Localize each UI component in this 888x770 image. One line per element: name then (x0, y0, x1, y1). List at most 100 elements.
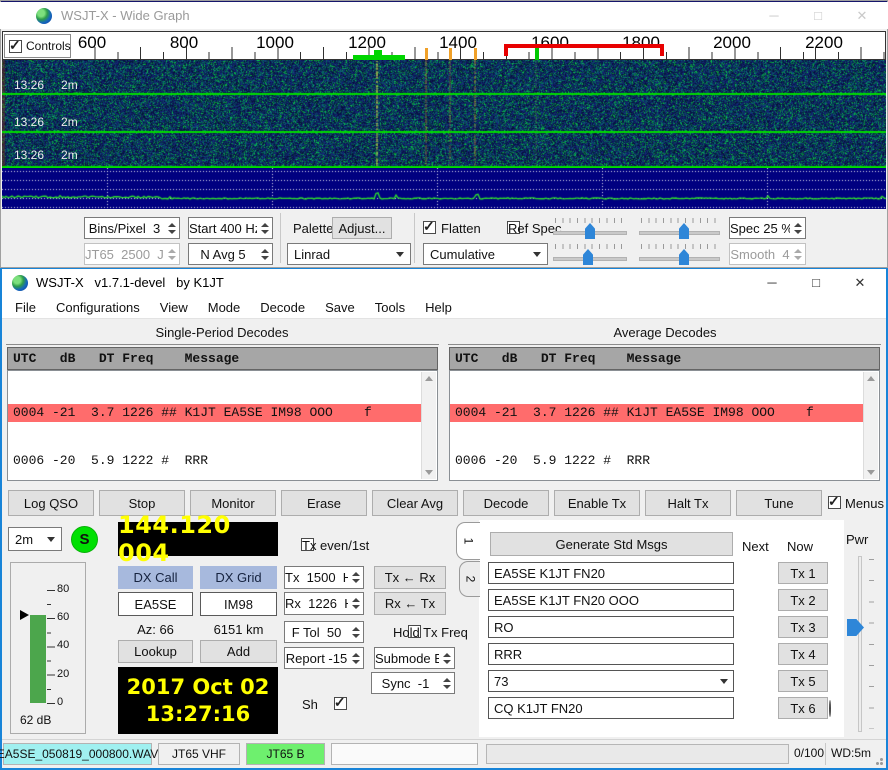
tx-1-button[interactable]: Tx 1 (778, 562, 828, 584)
tab-1[interactable]: 1 (456, 522, 480, 560)
slider-handle[interactable] (679, 249, 689, 265)
report-spinbox[interactable]: Report -15 (284, 647, 364, 669)
palette-select[interactable]: Linrad (287, 243, 411, 265)
message-field-2[interactable]: EA5SE K1JT FN20 OOO (488, 589, 734, 611)
n-avg-spinbox[interactable]: N Avg 5 (188, 243, 273, 265)
meter-major-ticks (47, 590, 55, 705)
tx-6-button[interactable]: Tx 6 (778, 697, 828, 719)
menus-checkbox[interactable] (828, 496, 841, 509)
minimize-button[interactable]: ─ (750, 269, 794, 296)
spin-arrows[interactable] (257, 244, 272, 264)
scrollbar[interactable] (421, 372, 436, 479)
start-freq-spinbox[interactable]: Start 400 Hz (188, 217, 273, 239)
resize-grip[interactable] (873, 755, 883, 765)
tx-from-rx-button[interactable]: Tx ← Rx (374, 566, 446, 589)
submode-spinbox[interactable]: Submode B (374, 647, 455, 669)
spin-arrows[interactable] (439, 673, 454, 693)
menu-item-configurations[interactable]: Configurations (46, 297, 150, 318)
tx-2-button[interactable]: Tx 2 (778, 589, 828, 611)
pwr-slider-track[interactable] (858, 556, 862, 732)
menu-item-file[interactable]: File (5, 297, 46, 318)
message-field-1[interactable]: EA5SE K1JT FN20 (488, 562, 734, 584)
close-button[interactable]: ✕ (840, 2, 884, 29)
spectrum-zero-slider[interactable] (639, 243, 720, 265)
decode-row[interactable]: 0006 -20 5.9 1222 # RRR (450, 452, 863, 470)
menu-item-mode[interactable]: Mode (198, 297, 251, 318)
maximize-button[interactable]: □ (796, 2, 840, 29)
sh-checkbox[interactable] (334, 697, 347, 710)
waterfall-zero-slider[interactable] (639, 217, 720, 239)
rx-from-tx-button[interactable]: Rx ← Tx (374, 592, 446, 615)
slider-handle[interactable] (583, 249, 593, 265)
tx-freq-spinbox[interactable]: Tx 1500 Hz (284, 566, 364, 589)
erase-button[interactable]: Erase (281, 490, 367, 516)
spin-arrows[interactable] (348, 648, 363, 668)
spin-arrows[interactable] (348, 567, 363, 588)
spin-arrows[interactable] (348, 593, 363, 614)
close-button[interactable]: ✕ (838, 269, 882, 296)
menu-item-help[interactable]: Help (415, 297, 462, 318)
generate-std-msgs-button[interactable]: Generate Std Msgs (490, 532, 733, 556)
log-qso-button[interactable]: Log QSO (8, 490, 94, 516)
rx-freq-spinbox[interactable]: Rx 1226 Hz (284, 592, 364, 615)
message-field-6[interactable]: CQ K1JT FN20 (488, 697, 734, 719)
frequency-scale[interactable]: Controls 600 800 1000 1200 1400 1600 180… (2, 31, 886, 60)
spec-percent-spinbox[interactable]: Spec 25 % (729, 217, 806, 239)
flatten-checkbox[interactable] (423, 221, 436, 234)
spectrum-gain-slider[interactable] (553, 243, 627, 265)
decode-row[interactable]: 0004 -21 3.7 1226 ## K1JT EA5SE IM98 OOO… (450, 404, 863, 422)
waterfall-gain-slider[interactable] (553, 217, 627, 239)
menu-item-decode[interactable]: Decode (250, 297, 315, 318)
tx-5-button[interactable]: Tx 5 (778, 670, 828, 692)
palette-label: Palette (293, 221, 333, 236)
enable-tx-button[interactable]: Enable Tx (554, 490, 640, 516)
chevron-down-icon (533, 252, 541, 257)
dx-grid-field[interactable]: IM98 (200, 592, 277, 616)
halt-tx-button[interactable]: Halt Tx (645, 490, 731, 516)
maximize-button[interactable]: □ (794, 269, 838, 296)
message-field-5[interactable]: 73 (488, 670, 734, 692)
decode-button[interactable]: Decode (463, 490, 549, 516)
clear-avg-button[interactable]: Clear Avg (372, 490, 458, 516)
controls-checkbox[interactable] (9, 40, 22, 53)
signal-meter: 80 60 40 20 0 62 dB (10, 562, 86, 734)
menu-item-tools[interactable]: Tools (365, 297, 415, 318)
tx-4-button[interactable]: Tx 4 (778, 643, 828, 665)
display-mode-select[interactable]: Cumulative (423, 243, 548, 265)
message-field-4[interactable]: RRR (488, 643, 734, 665)
lookup-button[interactable]: Lookup (118, 640, 193, 663)
app-icon (36, 8, 52, 24)
dx-call-field[interactable]: EA5SE (118, 592, 193, 616)
minimize-button[interactable]: ─ (752, 2, 796, 29)
band-select[interactable]: 2m (8, 527, 62, 551)
scroll-up-icon (425, 376, 433, 381)
spin-arrows[interactable] (790, 218, 805, 238)
spin-arrows[interactable] (348, 622, 363, 642)
decode-row[interactable]: 0006 -20 5.9 1222 # RRR (8, 452, 421, 470)
menu-item-view[interactable]: View (150, 297, 198, 318)
tx-select-radio-6[interactable] (829, 700, 831, 717)
azimuth-label: Az: 66 (118, 622, 193, 637)
spin-arrows[interactable] (257, 218, 272, 238)
tab-2[interactable]: 2 (459, 561, 480, 597)
spin-arrows[interactable] (164, 218, 179, 238)
slider-handle[interactable] (585, 223, 595, 239)
controls-toggle[interactable]: Controls (4, 34, 71, 58)
bins-pixel-spinbox[interactable]: Bins/Pixel 3 (84, 217, 180, 239)
decodes-header: UTC dB DT Freq Message (7, 347, 438, 370)
ftol-spinbox[interactable]: F Tol 50 (284, 621, 364, 643)
tx-3-button[interactable]: Tx 3 (778, 616, 828, 638)
adjust-button[interactable]: Adjust... (332, 217, 392, 239)
scrollbar[interactable] (863, 372, 878, 479)
slider-handle[interactable] (679, 223, 689, 239)
spin-arrows[interactable] (439, 648, 454, 668)
average-decodes-panel[interactable]: 0004 -21 3.7 1226 ## K1JT EA5SE IM98 OOO… (449, 370, 880, 481)
waterfall[interactable] (2, 60, 886, 168)
single-period-decodes-panel[interactable]: 0004 -21 3.7 1226 ## K1JT EA5SE IM98 OOO… (7, 370, 438, 481)
tune-button[interactable]: Tune (736, 490, 822, 516)
decode-row[interactable]: 0004 -21 3.7 1226 ## K1JT EA5SE IM98 OOO… (8, 404, 421, 422)
message-field-3[interactable]: RO (488, 616, 734, 638)
sync-spinbox[interactable]: Sync -1 (371, 672, 455, 694)
add-button[interactable]: Add (200, 640, 277, 663)
menu-item-save[interactable]: Save (315, 297, 365, 318)
